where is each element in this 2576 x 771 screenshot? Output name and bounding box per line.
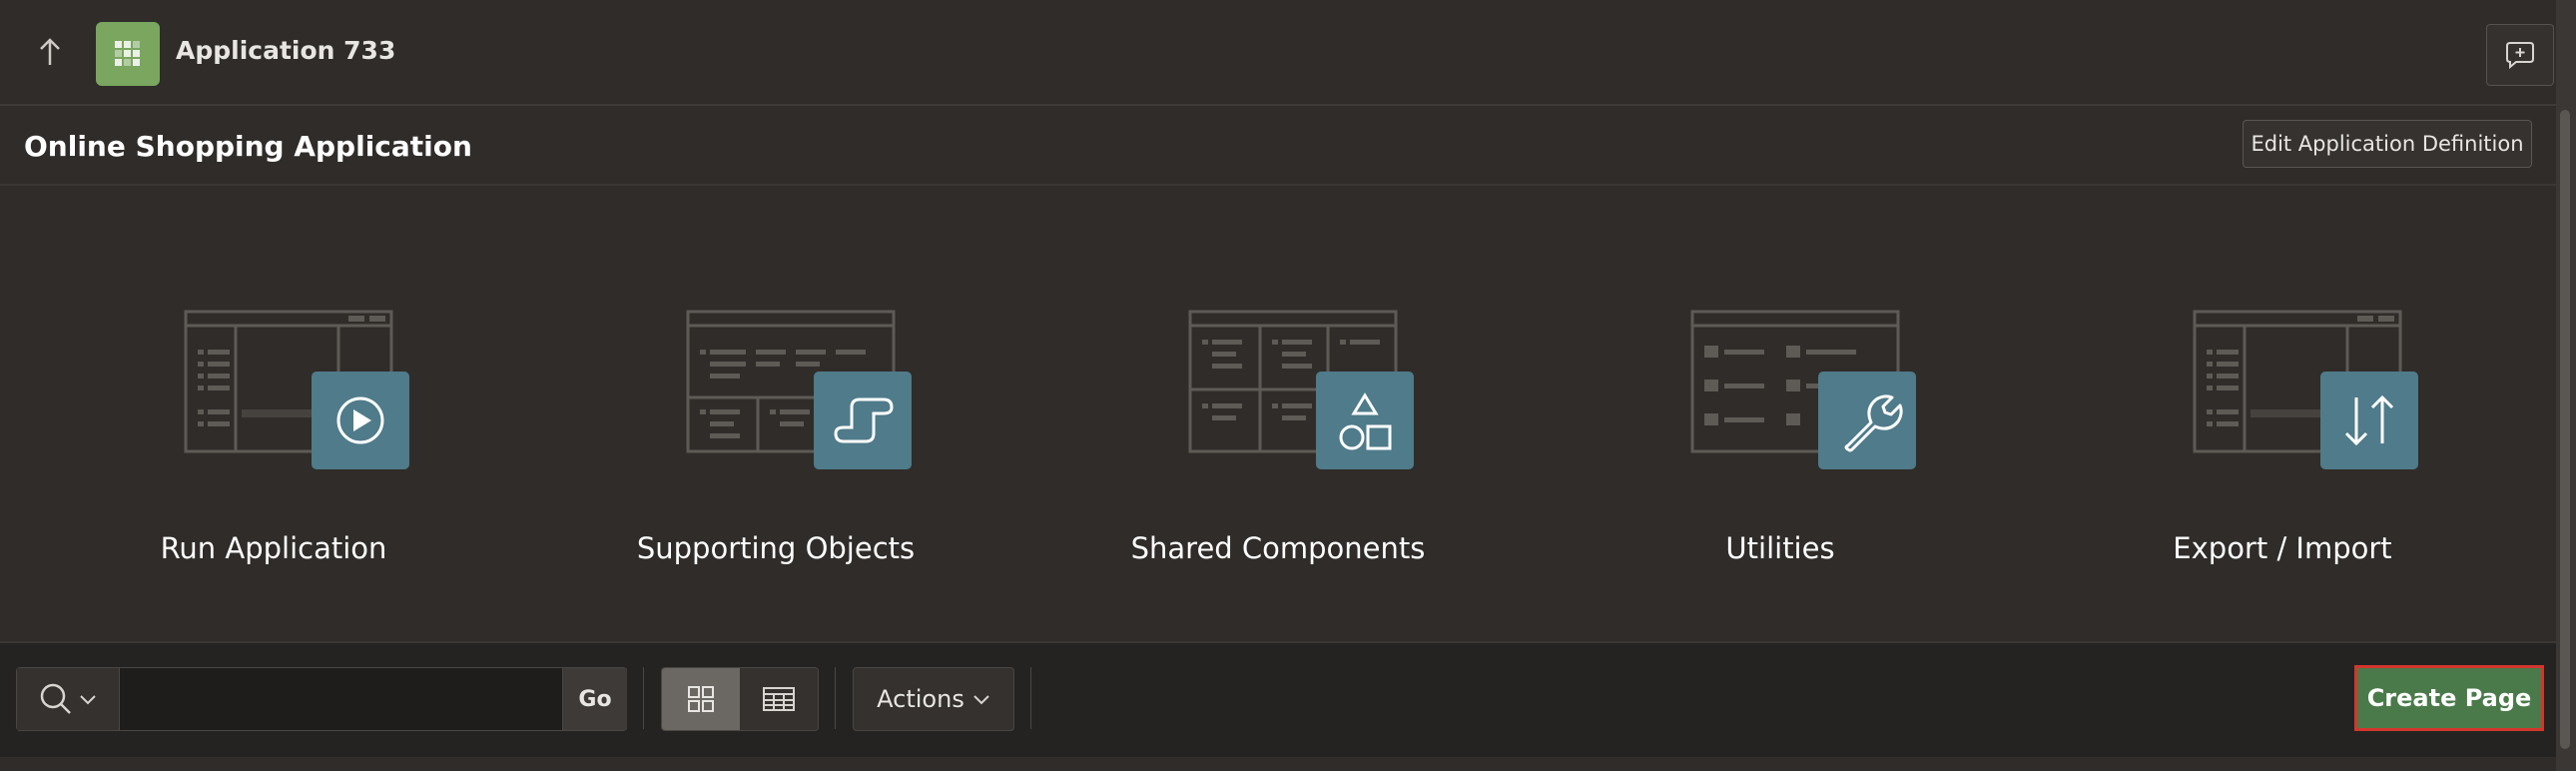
table-view-icon (763, 687, 795, 711)
search-input[interactable] (121, 668, 560, 730)
actions-label: Actions (877, 685, 965, 713)
pages-toolbar: Go Actions Create Page (0, 641, 2556, 757)
vertical-scrollbar[interactable] (2556, 0, 2576, 771)
navigate-up-button[interactable] (28, 30, 72, 74)
grid-view-icon (688, 686, 714, 712)
page-header: Online Shopping Application Edit Applica… (0, 104, 2556, 186)
chevron-down-icon (80, 695, 96, 705)
tile-label: Shared Components (1130, 531, 1426, 565)
search-bar: Go (16, 667, 627, 731)
bottom-edge (0, 757, 2556, 771)
tile-export-import[interactable]: Export / Import (2093, 186, 2472, 639)
edit-application-definition-button[interactable]: Edit Application Definition (2243, 120, 2532, 168)
utilities-illustration (1690, 310, 1916, 469)
create-page-button[interactable]: Create Page (2354, 665, 2544, 731)
toolbar-divider (1030, 667, 1031, 729)
arrow-up-icon (40, 38, 60, 65)
chevron-down-icon (973, 695, 989, 705)
actions-menu-button[interactable]: Actions (853, 667, 1014, 731)
supporting-objects-illustration (686, 310, 912, 469)
grid-app-icon (115, 41, 140, 66)
tile-label: Supporting Objects (636, 531, 916, 565)
search-icon (40, 683, 71, 714)
application-icon (96, 22, 160, 86)
page-title: Online Shopping Application (24, 130, 472, 163)
toolbar-divider (835, 667, 836, 729)
tile-utilities[interactable]: Utilities (1591, 186, 1970, 639)
feedback-button[interactable] (2486, 24, 2554, 86)
application-title: Application 733 (176, 36, 396, 65)
export-import-illustration (2193, 310, 2418, 469)
shared-components-illustration (1188, 310, 1414, 469)
application-tiles: Run Application Supporting Objects Share… (0, 186, 2556, 639)
tile-supporting-objects[interactable]: Supporting Objects (586, 186, 966, 639)
tile-label: Export / Import (2173, 531, 2392, 565)
tile-shared-components[interactable]: Shared Components (1088, 186, 1468, 639)
top-bar: Application 733 (0, 0, 2556, 106)
search-column-menu[interactable] (17, 668, 120, 730)
grid-view-button[interactable] (662, 668, 740, 730)
comment-plus-icon (2506, 42, 2534, 70)
view-toggle (661, 667, 819, 731)
tile-label: Utilities (1725, 531, 1835, 565)
run-application-illustration (184, 310, 409, 469)
report-view-button[interactable] (740, 668, 818, 730)
tile-label: Run Application (160, 531, 387, 565)
tile-run-application[interactable]: Run Application (84, 186, 463, 639)
scrollbar-thumb[interactable] (2560, 110, 2570, 749)
go-button[interactable]: Go (562, 668, 627, 730)
toolbar-divider (643, 667, 644, 729)
